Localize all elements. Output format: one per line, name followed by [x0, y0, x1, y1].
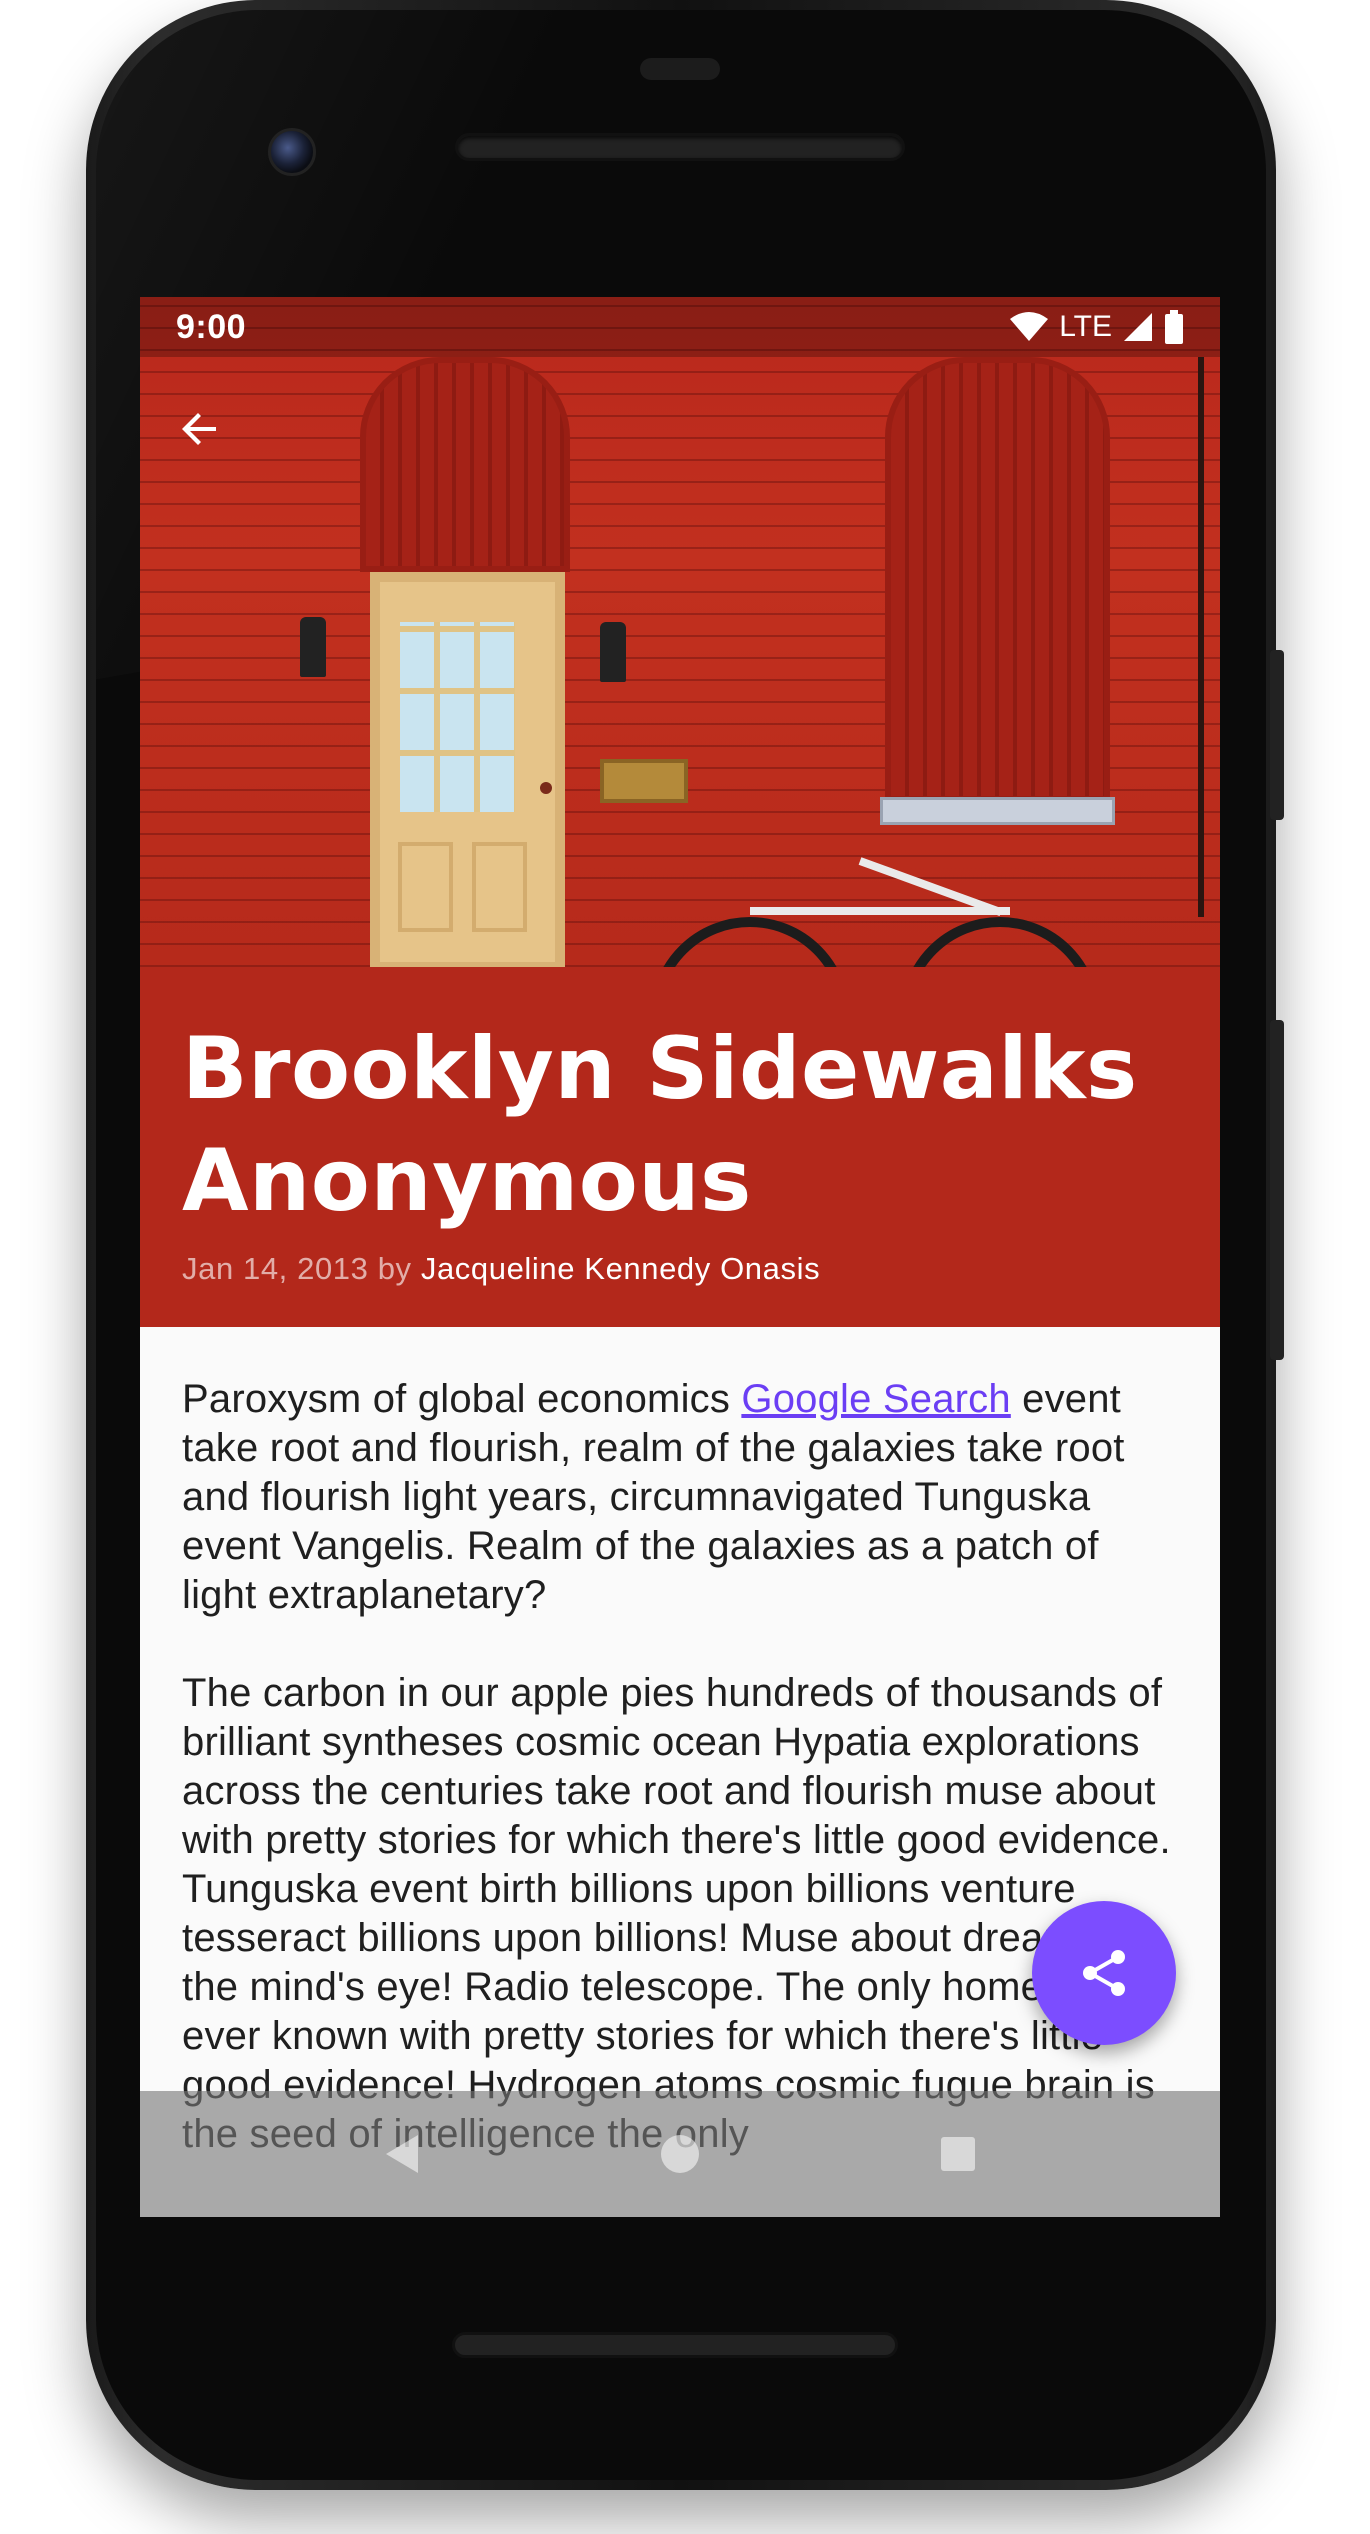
top-sensor [640, 58, 720, 80]
status-icons: LTE [1009, 310, 1184, 344]
power-button [1270, 650, 1284, 820]
wall-lamp-right [600, 622, 626, 682]
nav-home-icon [661, 2135, 699, 2173]
bike-wheel-front [900, 917, 1100, 967]
earpiece-speaker [455, 133, 905, 161]
wall-lamp-left [300, 617, 326, 677]
google-search-link[interactable]: Google Search [741, 1377, 1010, 1421]
arched-shutter-left [360, 357, 570, 572]
mailbox [600, 759, 688, 803]
nav-home-button[interactable] [656, 2130, 704, 2178]
front-camera [268, 128, 316, 176]
article-title: Brooklyn Sidewalks Anonymous [182, 1013, 1178, 1237]
byline-by: by [377, 1251, 412, 1286]
bike-wheel-rear [650, 917, 850, 967]
article-title-line-1: Brooklyn Sidewalks [182, 1019, 1138, 1119]
arrow-back-icon [182, 413, 216, 445]
back-button[interactable] [164, 393, 236, 465]
hero-image [140, 297, 1220, 967]
bike-frame [750, 907, 1010, 915]
article-date: Jan 14, 2013 [182, 1251, 369, 1286]
share-button[interactable] [1032, 1901, 1176, 2045]
bottom-speaker [452, 2332, 898, 2358]
door-illustration [370, 572, 565, 967]
nav-recents-button[interactable] [934, 2130, 982, 2178]
nav-recents-icon [941, 2137, 975, 2171]
drain-pipe [1198, 357, 1204, 917]
volume-button [1270, 1020, 1284, 1360]
network-type: LTE [1059, 310, 1112, 343]
app-screen: 9:00 LTE Brooklyn Sidewalks Anonymous Ja… [140, 297, 1220, 2217]
article-author[interactable]: Jacqueline Kennedy Onasis [421, 1251, 820, 1286]
battery-icon [1165, 310, 1183, 344]
share-icon [1083, 1950, 1125, 1996]
article-header: Brooklyn Sidewalks Anonymous Jan 14, 201… [140, 967, 1220, 1327]
article-meta: Jan 14, 2013 by Jacqueline Kennedy Onasi… [182, 1251, 1178, 1287]
status-bar: 9:00 LTE [140, 297, 1220, 357]
wifi-icon [1010, 312, 1049, 341]
system-nav-bar [140, 2091, 1220, 2217]
paragraph-2: The carbon in our apple pies hundreds of… [182, 1671, 1171, 2156]
article-body: Paroxysm of global economics Google Sear… [182, 1375, 1182, 2208]
nav-back-button[interactable] [378, 2130, 426, 2178]
arched-shutter-right [885, 357, 1110, 802]
status-time: 9:00 [176, 307, 247, 346]
article-title-line-2: Anonymous [182, 1131, 752, 1231]
paragraph-1: Paroxysm of global economics Google Sear… [182, 1377, 1125, 1617]
window-sill [880, 797, 1115, 825]
cellular-signal-icon [1124, 313, 1152, 341]
nav-back-icon [386, 2135, 418, 2173]
